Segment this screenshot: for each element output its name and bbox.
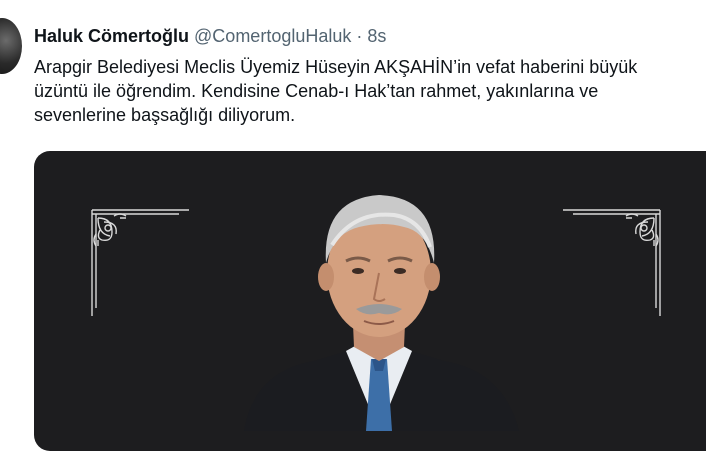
portrait-photo xyxy=(244,195,519,431)
author-handle[interactable]: @ComertogluHaluk xyxy=(194,26,351,46)
corner-ornament-left-icon xyxy=(91,209,189,316)
tweet-media-image[interactable] xyxy=(34,151,706,451)
tweet-header: Haluk Cömertoğlu @ComertogluHaluk · 8s xyxy=(34,24,386,48)
author-name[interactable]: Haluk Cömertoğlu xyxy=(34,26,189,46)
tweet-text: Arapgir Belediyesi Meclis Üyemiz Hüseyin… xyxy=(34,55,706,127)
avatar[interactable] xyxy=(0,18,22,74)
tweet-text-line: Arapgir Belediyesi Meclis Üyemiz Hüseyin… xyxy=(34,57,638,77)
tweet-text-line: sevenlerine başsağlığı diliyorum. xyxy=(34,105,296,125)
separator-dot: · xyxy=(356,26,363,46)
tweet-timestamp[interactable]: 8s xyxy=(367,26,386,46)
tweet-text-line: üzüntü ile öğrendim. Kendisine Cenab-ı H… xyxy=(34,81,599,101)
corner-ornament-right-icon xyxy=(563,209,661,316)
